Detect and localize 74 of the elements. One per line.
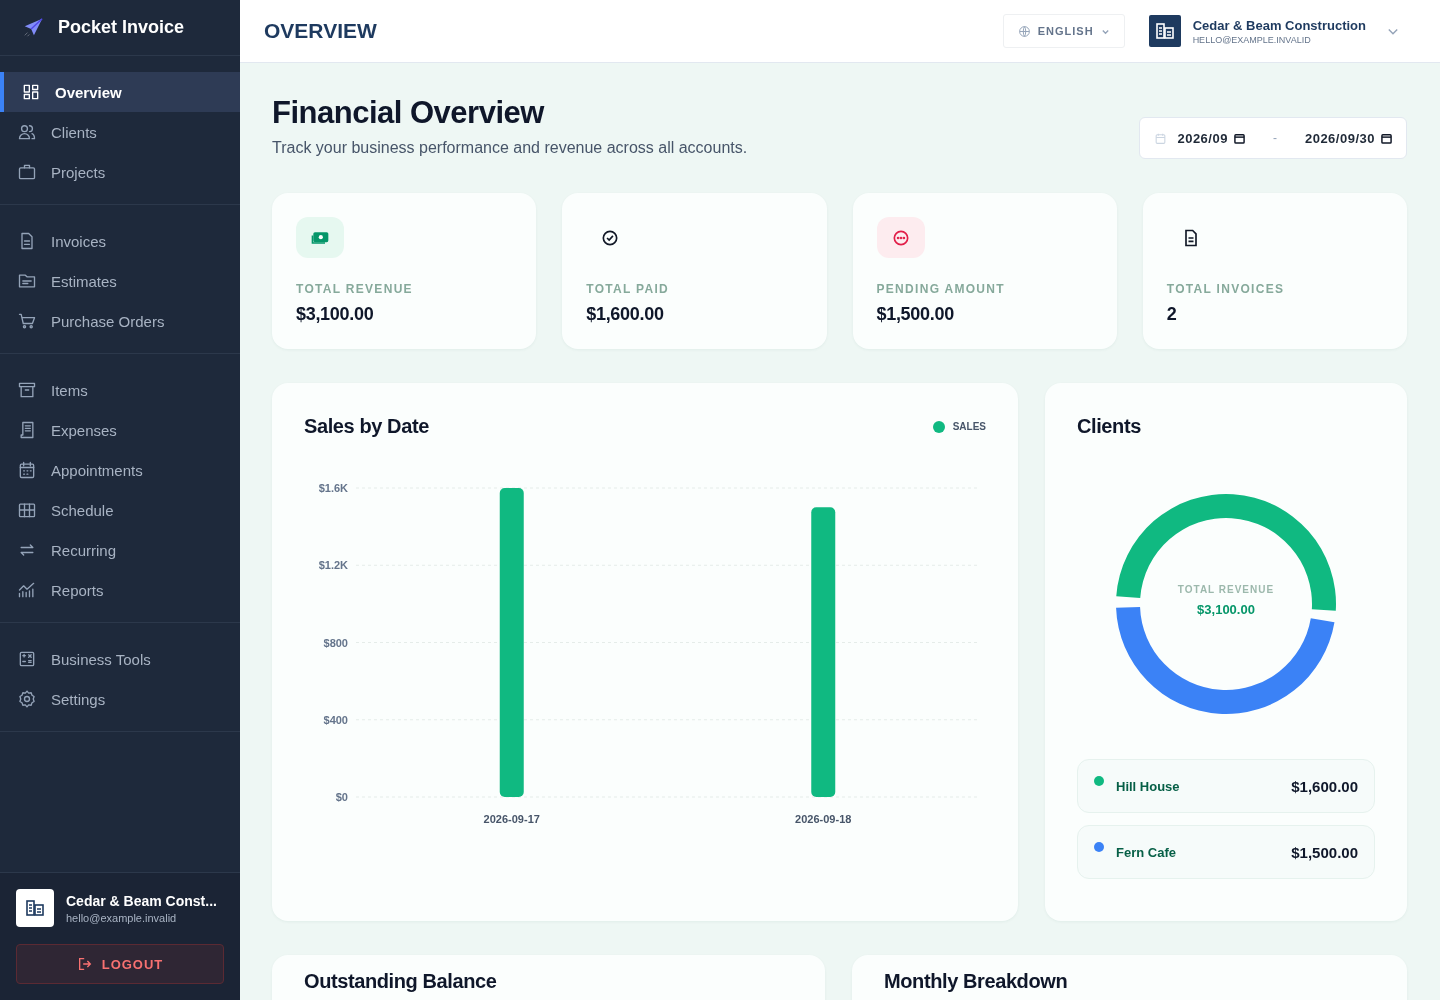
account-name: Cedar & Beam Construction: [1192, 17, 1366, 33]
axis-tick-label: $400: [323, 713, 348, 726]
client-row[interactable]: Hill House $1,600.00: [1077, 759, 1375, 813]
stat-label: PENDING AMOUNT: [876, 282, 1005, 296]
page-title: OVERVIEW: [264, 19, 377, 43]
briefcase-icon: [17, 162, 37, 182]
account-email: HELLO@EXAMPLE.INVALID: [1192, 34, 1312, 45]
logout-button[interactable]: LOGOUT: [16, 944, 224, 984]
sidebar-item[interactable]: Overview: [0, 72, 240, 112]
sidebar-item[interactable]: Appointments: [0, 450, 240, 490]
calendar-icon: [1381, 132, 1392, 144]
sidebar-item[interactable]: Projects: [0, 152, 240, 192]
sidebar-item[interactable]: Clients: [0, 112, 240, 152]
section-title: Financial Overview: [272, 95, 546, 131]
calendar-icon: [17, 460, 37, 480]
company-email: hello@example.invalid: [66, 911, 178, 924]
section-subtitle: Track your business performance and revenue across all accounts.: [272, 139, 748, 157]
axis-tick-label: $1.2K: [318, 559, 348, 572]
stat-label: TOTAL INVOICES: [1166, 282, 1285, 296]
axis-tick-label: $800: [323, 636, 348, 649]
chart-icon: [17, 580, 37, 600]
sidebar-item[interactable]: Invoices: [0, 221, 240, 261]
language-selector[interactable]: ENGLISH: [1002, 14, 1125, 48]
calculator-icon: [17, 649, 37, 669]
client-name: Hill House: [1116, 778, 1181, 794]
axis-tick-label: $1.6K: [318, 482, 348, 494]
calendar-icon: [1233, 132, 1245, 144]
sidebar-item[interactable]: Items: [0, 370, 240, 410]
paper-plane-icon: [22, 16, 44, 39]
client-row[interactable]: Fern Cafe $1,500.00: [1077, 825, 1375, 879]
client-name: Fern Cafe: [1116, 844, 1177, 860]
axis-tick-label: $0: [335, 791, 348, 803]
card-title: Outstanding Balance: [304, 969, 498, 993]
date-range-picker[interactable]: 2026/09 - 2026/09/30: [1139, 117, 1407, 159]
client-amount: $1,500.00: [1291, 843, 1358, 861]
account-menu[interactable]: Cedar & Beam Construction HELLO@EXAMPLE.INVALID: [1148, 15, 1400, 47]
axis-tick-label: 2026-09-17: [483, 813, 540, 825]
legend-label: SALES: [952, 421, 986, 432]
gear-icon: [17, 689, 37, 709]
sidebar-item[interactable]: Recurring: [0, 530, 240, 570]
stat-value: $1,600.00: [586, 304, 664, 325]
donut-value: $3,100.00: [1197, 602, 1255, 617]
stat-label: TOTAL PAID: [586, 282, 670, 296]
stat-value: $3,100.00: [296, 304, 374, 325]
card-title: Sales by Date: [304, 415, 429, 438]
dashboard-icon: [21, 82, 41, 102]
building-icon: [1155, 23, 1174, 39]
axis-tick-label: 2026-09-18: [795, 813, 852, 825]
donut-label: TOTAL REVENUE: [1177, 584, 1275, 595]
client-amount: $1,600.00: [1291, 777, 1358, 795]
date-separator: -: [1272, 131, 1277, 145]
sidebar-item[interactable]: Business Tools: [0, 639, 240, 679]
card-title: Monthly Breakdown: [884, 969, 1069, 993]
stat-value: 2: [1166, 304, 1177, 325]
sidebar-item[interactable]: Estimates: [0, 261, 240, 301]
archive-icon: [17, 380, 37, 400]
globe-icon: [1017, 24, 1031, 38]
sidebar-item[interactable]: Reports: [0, 570, 240, 610]
card-title: Clients: [1077, 415, 1142, 438]
users-icon: [17, 122, 37, 142]
sidebar-item[interactable]: Settings: [0, 679, 240, 719]
sidebar-item[interactable]: Expenses: [0, 410, 240, 450]
cart-icon: [17, 311, 37, 331]
logout-icon: [76, 956, 93, 972]
stat-value: $1,500.00: [876, 304, 954, 325]
start-date[interactable]: 2026/09: [1177, 130, 1228, 146]
sidebar-item[interactable]: Schedule: [0, 490, 240, 530]
calendar-icon: [1154, 131, 1168, 145]
end-date[interactable]: 2026/09/30: [1304, 130, 1375, 146]
sidebar-item[interactable]: Purchase Orders: [0, 301, 240, 341]
app-name: Pocket Invoice: [58, 17, 185, 38]
stat-label: TOTAL REVENUE: [296, 282, 413, 296]
building-icon: [26, 900, 44, 916]
company-name: Cedar & Beam Const...: [66, 892, 217, 909]
